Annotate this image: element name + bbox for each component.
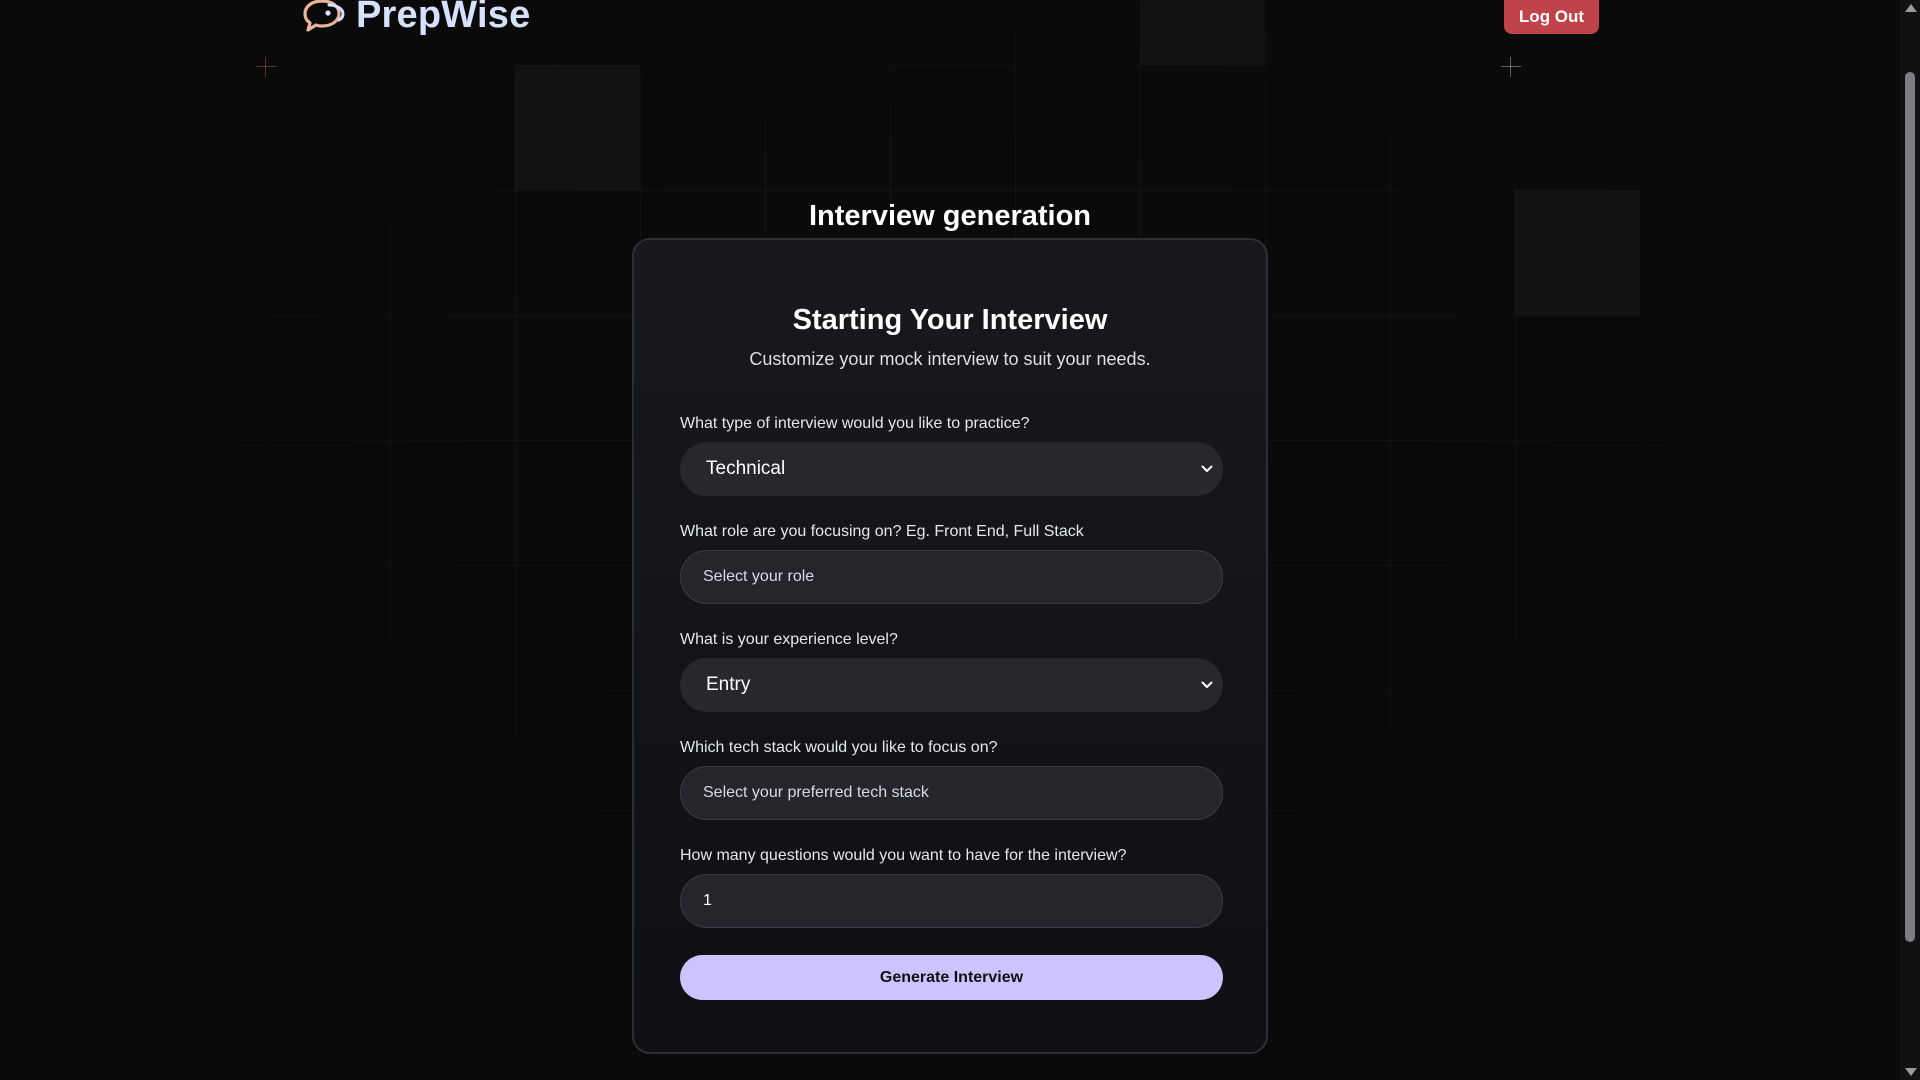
form-subtitle: Customize your mock interview to suit yo… — [749, 349, 1151, 369]
tech-stack-input[interactable]: Select your preferred tech stack — [680, 766, 1223, 820]
role-label: What role are you focusing on? Eg. Front… — [680, 523, 1084, 540]
interview-type-value: Technical — [706, 458, 786, 479]
grid-highlight-cell — [515, 65, 640, 190]
interview-type-label: What type of interview would you like to… — [680, 415, 1030, 432]
question-count-input[interactable]: 1 — [680, 874, 1223, 928]
experience-field: What is your experience level? Entry — [680, 631, 1223, 712]
tech-stack-label: Which tech stack would you like to focus… — [680, 739, 998, 756]
app-page: PrepWise Log Out Interview generation St… — [0, 0, 1920, 1080]
role-placeholder: Select your role — [703, 568, 815, 585]
question-count-value: 1 — [703, 892, 712, 909]
chat-bubbles-icon — [303, 0, 345, 32]
logout-button[interactable]: Log Out — [1504, 0, 1599, 34]
brand-name: PrepWise — [356, 0, 531, 36]
scroll-up-arrow-icon[interactable] — [1905, 4, 1917, 12]
sparkle-decoration — [256, 57, 276, 77]
scroll-thumb[interactable] — [1905, 72, 1915, 942]
brand-logo[interactable]: PrepWise — [302, 0, 530, 37]
role-field: What role are you focusing on? Eg. Front… — [680, 523, 1223, 604]
form-title: Starting Your Interview — [792, 304, 1108, 336]
tech-stack-placeholder: Select your preferred tech stack — [703, 784, 929, 801]
tech-stack-field: Which tech stack would you like to focus… — [680, 739, 1223, 820]
grid-highlight-cell — [1140, 0, 1265, 65]
interview-type-field: What type of interview would you like to… — [680, 415, 1223, 496]
experience-select[interactable]: Entry — [680, 658, 1223, 712]
scroll-down-arrow-icon[interactable] — [1905, 1068, 1917, 1076]
question-count-field: How many questions would you want to hav… — [680, 847, 1223, 928]
vertical-scrollbar[interactable] — [1900, 0, 1920, 1080]
role-input[interactable]: Select your role — [680, 550, 1223, 604]
page-title: Interview generation — [808, 200, 1091, 232]
interview-form-card: Starting Your Interview Customize your m… — [632, 238, 1268, 1054]
experience-label: What is your experience level? — [680, 631, 898, 648]
sparkle-decoration — [1501, 57, 1521, 77]
chevron-down-icon — [1201, 465, 1213, 472]
generate-interview-button[interactable]: Generate Interview — [680, 955, 1223, 1000]
chevron-down-icon — [1201, 681, 1213, 688]
question-count-label: How many questions would you want to hav… — [680, 847, 1127, 864]
experience-value: Entry — [706, 674, 751, 695]
interview-type-select[interactable]: Technical — [680, 442, 1223, 496]
